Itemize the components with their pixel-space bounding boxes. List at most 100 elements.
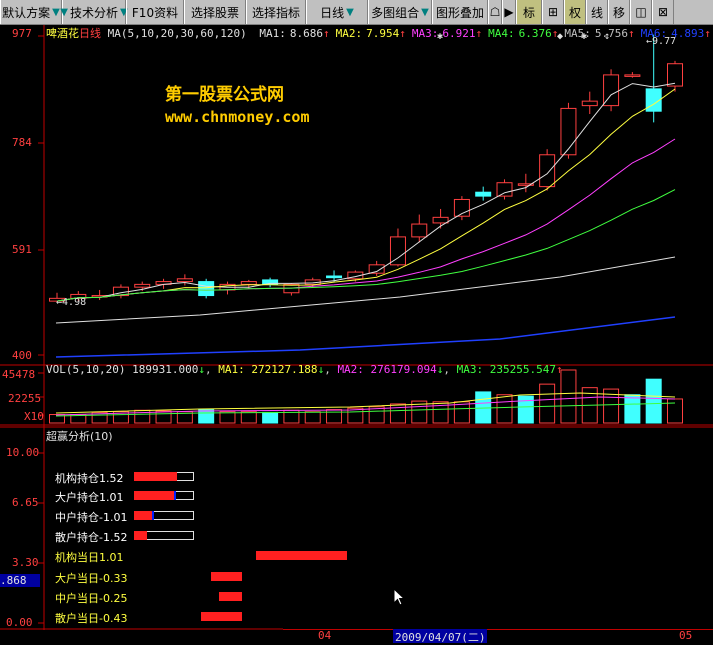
toolbar-button-15[interactable]: ◫ [630,0,652,24]
toolbar-button-13[interactable]: 线 [586,0,608,24]
ma-number: 8.686 [289,27,323,40]
stock-name: 啤酒花 [46,27,79,40]
toolbar-button-9[interactable]: ▶ [502,0,516,24]
indicator-row-label: 中户当日-0.25 [55,592,128,605]
indicator-row-label: 机构当日1.01 [55,551,124,564]
toolbar-button-label: ▶ [504,5,514,19]
high-price-marker: ←9.77 [646,36,677,47]
ma-value-3: MA3: 6.921↑ [412,27,482,40]
volume-bar [155,410,172,424]
toolbar-button-label: 默认方案 [2,5,51,20]
ma-values: MA1: 8.686↑ MA2: 7.954↑ MA3: 6.921↑ MA4: 6.376↑… [253,27,711,40]
volume-bar [645,378,662,424]
toolbar-button-label: ⊠ [657,5,669,19]
high-price-label: 9.77 [652,36,677,47]
position-bar-cap [152,511,154,520]
daily-bar-fill [201,612,242,621]
daily-bar-fill [256,551,347,560]
price-label-784: 784 [12,136,32,149]
volume-ma2-arrow: ↓ [436,363,444,376]
volume-unit: X10 [24,410,44,423]
ma-arrow: ↑ [322,27,330,40]
candle-body [389,236,406,266]
toolbar-button-6[interactable]: 多图组合 ▼ [368,0,432,24]
toolbar-button-14[interactable]: 移 [608,0,630,24]
volume-ma1: MA1: 272127.188 [218,363,318,376]
indicator-row-label: 散户当日-0.43 [55,612,128,625]
toolbar-button-3[interactable]: 选择股票 [184,0,246,24]
ma-line-3 [56,138,676,302]
candle-body [326,275,343,279]
toolbar-button-label: ☖ [489,5,501,19]
position-bar-cap [174,491,176,500]
indicator-row-label: 大户当日-0.33 [55,572,128,585]
toolbar-button-label: F10资料 [131,5,179,20]
volume-bar [389,403,406,424]
position-bar-fill [134,472,177,481]
toolbar-button-7[interactable]: 图形叠加 [432,0,488,24]
indicator-row-label: 中户持仓-1.01 [55,511,128,524]
toolbar-button-5[interactable]: 日线 ▼ [306,0,368,24]
position-bar-fill [134,511,152,520]
ma-arrow: ↑ [475,27,483,40]
position-bar-fill [134,491,174,500]
volume-ma3: MA3: 235255.547 [456,363,556,376]
daily-bar-fill [211,572,242,581]
ma-line-5 [55,256,676,324]
ma-spec: MA(5,10,20,30,60,120) [107,27,247,40]
toolbar-button-label: 多图组合 [371,5,420,20]
timeline-date-cursor: 2009/04/07(二) [393,629,488,644]
dropdown-arrow-icon: ▼ [60,6,68,18]
toolbar-button-label: ⊞ [547,5,559,19]
volume-bar [667,398,683,424]
volume-bar [496,394,513,424]
candle-body [176,278,193,283]
candle-body [624,74,641,77]
toolbar-button-label: 选择股票 [190,5,239,20]
mouse-cursor-icon [393,588,406,606]
toolbar-button-8[interactable]: ☖ [488,0,502,24]
volume-arrow: ↓ [198,363,205,376]
indicator-label-0: 0.00 [6,616,33,629]
ma-number: 6.376 [518,27,552,40]
toolbar-button-0[interactable]: 默认方案 ▼ [0,0,62,24]
toolbar-button-4[interactable]: 选择指标 [246,0,306,24]
period-label: 日线 [79,27,101,40]
toolbar-button-10[interactable]: 标 [516,0,542,24]
volume-ma3-arrow: ↑ [556,363,563,376]
toolbar-button-2[interactable]: F10资料 [126,0,184,24]
volume-bar [240,411,257,424]
ma-arrow: ↑ [704,27,711,40]
toolbar-button-16[interactable]: ⊠ [652,0,674,24]
volume-bar [539,383,556,424]
price-label-591: 591 [12,243,32,256]
indicator-row-label: 机构持仓1.52 [55,472,124,485]
indicator-title: 超赢分析(10) [46,430,113,443]
toolbar-button-label: 线 [590,5,603,20]
ma-label: MA5: [564,27,591,40]
candle-body [411,223,428,238]
toolbar-button-12[interactable]: 权 [564,0,586,24]
ma-label: MA2: [335,27,363,40]
timeline-bar [283,629,713,644]
toolbar-button-1[interactable]: ▼ 技术分析 ▼ [60,0,128,24]
volume-bar [262,411,279,424]
candle-body [496,182,513,197]
candle-body [560,107,577,156]
toolbar-button-label: 标 [522,5,535,20]
volume-label-high: 45478 [2,368,36,381]
candle-body [581,100,598,107]
toolbar-button-label: ◫ [635,5,647,19]
candle-body [432,216,449,224]
volume-label-mid: 22255 [8,392,42,405]
volume-bar [624,394,641,424]
watermark-url: www.chnmoney.com [165,108,310,126]
toolbar-button-label: 移 [612,5,625,20]
ma-arrow: ↑ [551,27,559,40]
toolbar-button-label: 技术分析 [70,5,119,20]
volume-bar [219,411,236,424]
candle-body [198,281,215,297]
price-legend: 啤酒花日线 MA(5,10,20,30,60,120) MA1: 8.686↑ MA… [46,25,711,41]
indicator-label-330: 3.30 [12,556,39,569]
toolbar-button-11[interactable]: ⊞ [542,0,564,24]
